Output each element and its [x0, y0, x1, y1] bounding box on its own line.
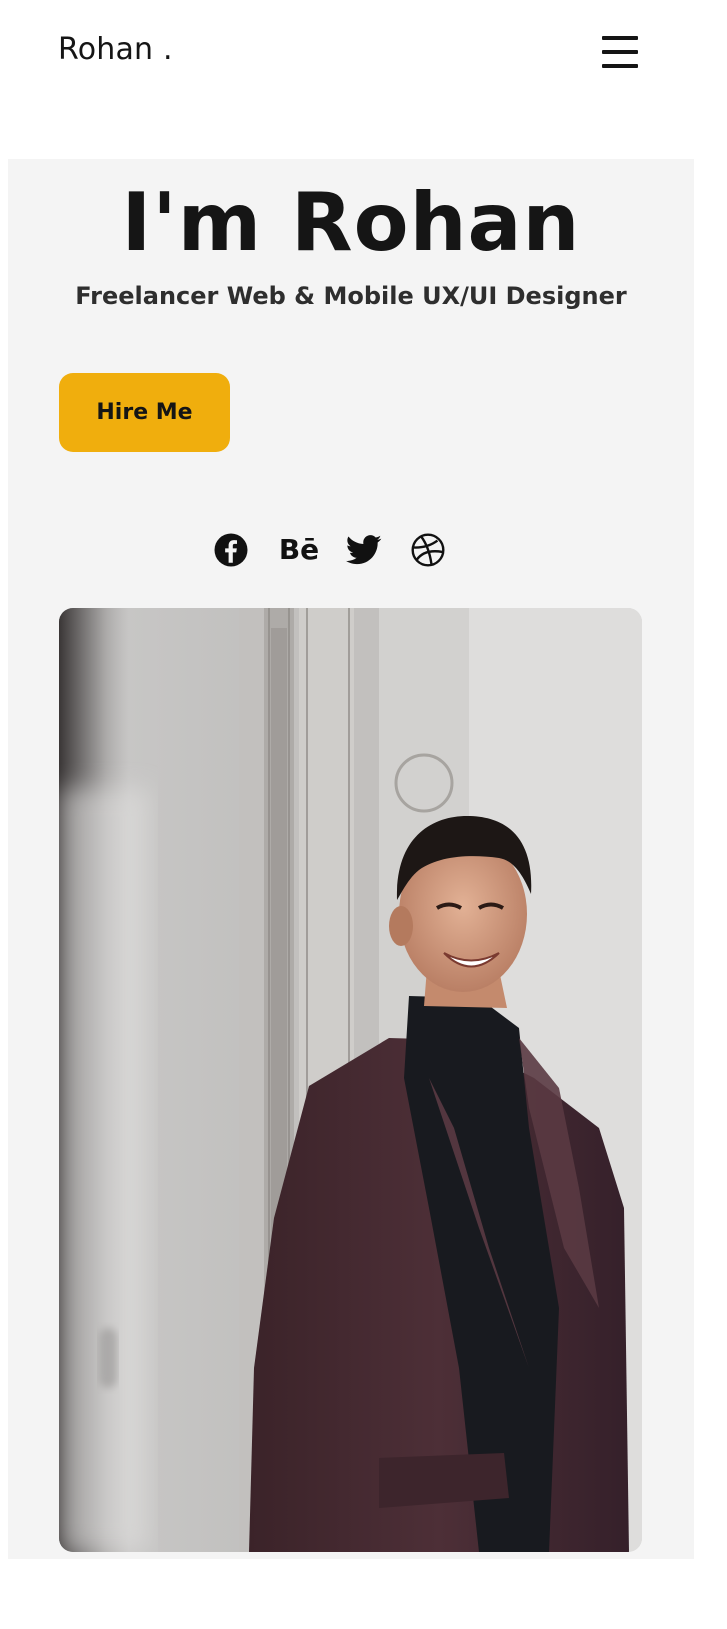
behance-icon[interactable]: Bē: [275, 530, 323, 570]
hero-section: I'm Rohan Freelancer Web & Mobile UX/UI …: [8, 159, 694, 1559]
hire-me-button[interactable]: Hire Me: [59, 373, 230, 452]
hero-title: I'm Rohan: [121, 176, 581, 269]
site-logo[interactable]: Rohan .: [58, 30, 173, 70]
behance-label: Bē: [278, 533, 320, 566]
hero-subtitle: Freelancer Web & Mobile UX/UI Designer: [75, 282, 627, 310]
social-links: Bē: [8, 530, 694, 570]
navbar: Rohan .: [0, 0, 727, 110]
hamburger-menu-icon[interactable]: [602, 34, 640, 70]
dribbble-icon[interactable]: [408, 530, 448, 570]
facebook-icon[interactable]: [211, 530, 251, 570]
profile-photo: [59, 608, 642, 1552]
twitter-icon[interactable]: [344, 530, 384, 570]
